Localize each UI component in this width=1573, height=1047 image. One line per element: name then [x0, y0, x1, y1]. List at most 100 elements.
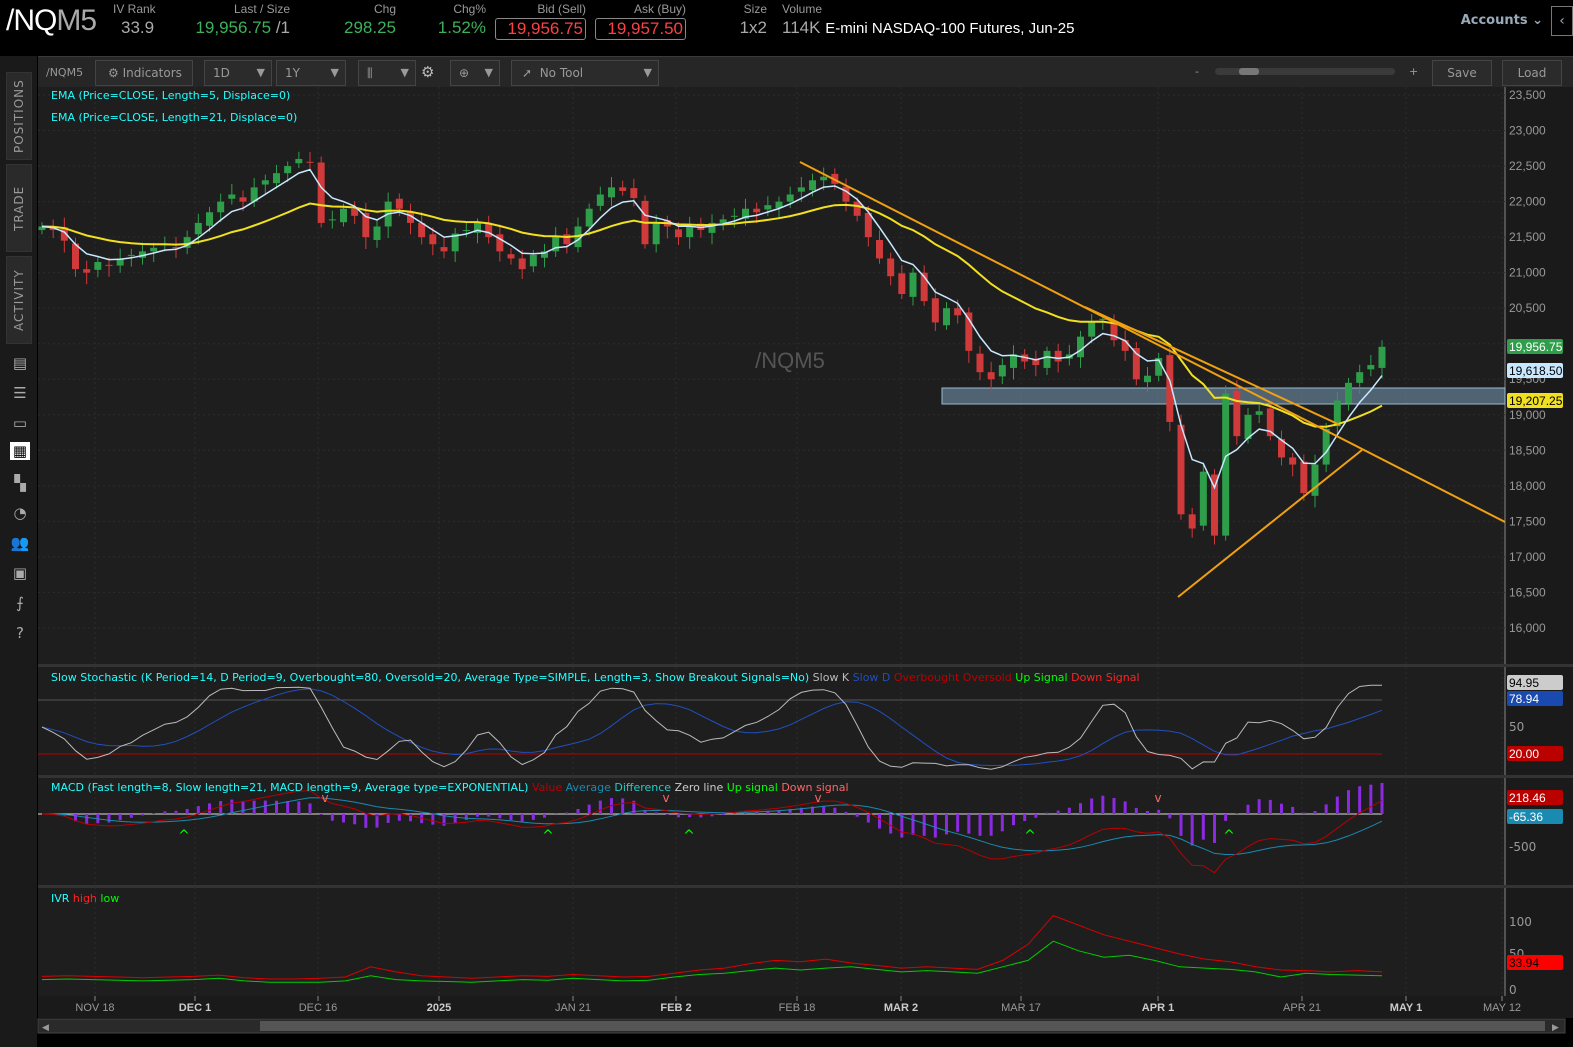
stoch-tick: 50	[1509, 720, 1524, 734]
date-tick: DEC 1	[179, 1002, 211, 1014]
zoom-out-button[interactable]: -	[1195, 65, 1199, 78]
legend-item: Down Signal	[1071, 671, 1139, 684]
drawing-style-select[interactable]: ⊕ ▼	[450, 60, 500, 86]
tab-trade[interactable]: TRADE	[6, 164, 32, 252]
panel-divider	[38, 885, 1573, 888]
candle	[797, 187, 805, 192]
panel-divider	[38, 775, 1573, 778]
candle	[920, 272, 928, 302]
chevron-down-icon: ▼	[484, 66, 493, 79]
legend-item: Down signal	[781, 781, 848, 794]
chart-area[interactable]: 23,500 23,000 22,500 22,000 21,500 21,000 20,5…	[0, 0, 1573, 1047]
candle	[1378, 346, 1386, 368]
indicators-button[interactable]: ⚙ Indicators	[95, 60, 193, 86]
candle	[284, 166, 292, 174]
price-tick: 18,000	[1509, 479, 1546, 493]
candle	[965, 312, 973, 351]
description: E-mini NASDAQ-100 Futures, Jun-25	[825, 20, 1075, 37]
ema21-line	[41, 202, 1383, 428]
ema5-tag: 19,618.50	[1509, 364, 1563, 378]
zoom-in-button[interactable]: +	[1409, 65, 1418, 78]
date-tick: NOV 18	[75, 1002, 114, 1014]
legend-item: Difference	[614, 781, 674, 794]
candle	[775, 201, 783, 209]
down-signal-icon: v	[814, 791, 821, 805]
volume: Volume 114K E-mini NASDAQ-100 Futures, Ju…	[782, 2, 1075, 37]
candle	[407, 211, 414, 223]
candle	[842, 186, 850, 202]
load-button[interactable]: Load	[1502, 60, 1562, 86]
collapse-panel-button[interactable]: ‹	[1551, 6, 1573, 36]
candle	[931, 298, 939, 323]
candle	[1144, 375, 1151, 383]
candle	[72, 243, 79, 270]
range-select[interactable]: 1Y ▼	[276, 60, 346, 86]
tv-icon[interactable]: ▭	[10, 414, 30, 432]
candle	[1021, 354, 1029, 362]
candle	[753, 208, 761, 213]
calendar-icon[interactable]: ▣	[10, 564, 30, 582]
candle	[529, 254, 537, 267]
candle	[954, 308, 962, 316]
price-tick: 17,500	[1509, 514, 1546, 528]
up-signal-icon: ^	[1223, 828, 1235, 844]
ask-buy-button[interactable]: Ask (Buy) 19,957.50	[595, 2, 686, 40]
legend-item: Oversold	[963, 671, 1015, 684]
candle	[172, 247, 180, 249]
candle	[1088, 322, 1096, 337]
legend-item: Overbought	[894, 671, 963, 684]
grid-icon[interactable]: ▚	[10, 474, 30, 492]
date-tick: FEB 18	[779, 1002, 816, 1014]
size: Size 1x2	[739, 2, 767, 37]
candle	[49, 226, 57, 231]
gauge-icon[interactable]: ◔	[10, 504, 30, 522]
candle	[1099, 318, 1107, 320]
slow-d-tag: 78.94	[1509, 692, 1539, 706]
candle	[552, 237, 560, 252]
candle	[1010, 354, 1017, 368]
support-zone	[941, 387, 1506, 405]
candle	[317, 162, 325, 223]
chart-grid-icon[interactable]: ▦	[10, 442, 30, 460]
candle	[742, 208, 749, 219]
legend-item: Up Signal	[1015, 671, 1071, 684]
chart-style-select[interactable]: ⫼ ▼	[358, 60, 416, 86]
candle	[94, 262, 102, 270]
symbol-title: /NQM5	[6, 4, 97, 37]
candle	[351, 208, 359, 216]
tab-positions[interactable]: POSITIONS	[6, 72, 32, 160]
price-tick: 21,500	[1509, 230, 1546, 244]
people-icon[interactable]: 👥	[10, 534, 30, 552]
legend-item: Up signal	[727, 781, 782, 794]
candle	[1032, 358, 1040, 366]
ivr-low-line	[41, 940, 1383, 983]
candle	[898, 273, 906, 294]
trendline-short	[1084, 306, 1341, 426]
ivr-tag-bg	[1507, 955, 1563, 970]
candle	[362, 212, 370, 238]
candle	[1177, 424, 1185, 515]
bid-sell-button[interactable]: Bid (Sell) 19,956.75	[495, 2, 586, 40]
tab-activity[interactable]: ACTIVITY	[6, 256, 32, 344]
list-icon[interactable]: ☰	[10, 384, 30, 402]
monitor-icon[interactable]: ▤	[10, 354, 30, 372]
candle	[127, 254, 135, 256]
date-tick: MAR 17	[1001, 1002, 1041, 1014]
legend-item: Zero line	[675, 781, 727, 794]
stochastic-title: Slow Stochastic (K Period=14, D Period=9…	[51, 671, 1140, 684]
horizontal-scrollbar	[37, 1018, 1566, 1034]
candle	[1333, 400, 1341, 427]
help-icon[interactable]: ?	[10, 624, 30, 642]
drawing-tool-select[interactable]: ➚ No Tool ▼	[511, 60, 659, 86]
down-signal-icon: v	[662, 791, 669, 805]
zoom-slider-handle[interactable]	[1239, 68, 1259, 75]
aggregation-select[interactable]: 1D ▼	[204, 60, 272, 86]
save-button[interactable]: Save	[1432, 60, 1492, 86]
formula-icon[interactable]: ⨍	[10, 594, 30, 612]
candle	[864, 212, 872, 238]
settings-gear-icon[interactable]: ⚙	[421, 63, 434, 81]
accounts-dropdown[interactable]: Accounts ⌄	[1461, 13, 1543, 28]
zoom-slider[interactable]	[1215, 68, 1395, 75]
candle	[998, 365, 1006, 377]
chevron-down-icon: ▼	[256, 66, 265, 79]
